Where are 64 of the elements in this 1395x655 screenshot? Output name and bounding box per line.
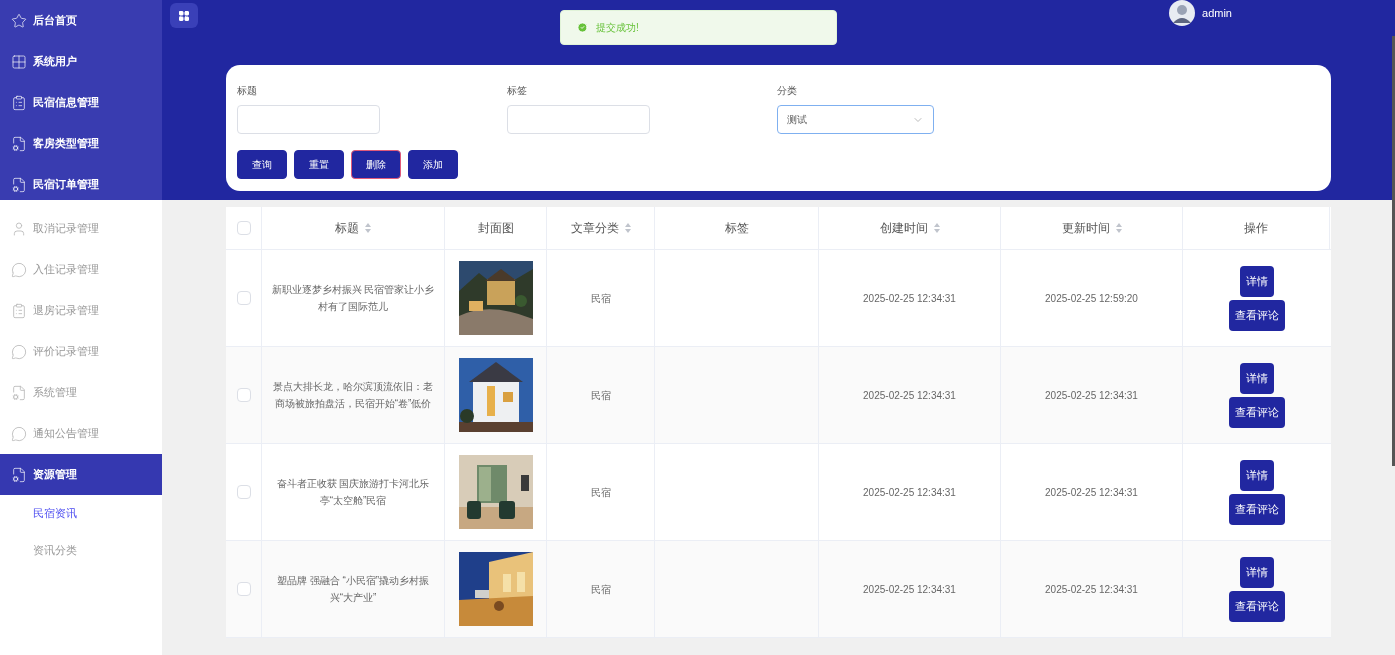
user-name: admin — [1202, 5, 1232, 21]
table-cell-text: 民宿 — [590, 485, 611, 500]
field-label: 分类 — [777, 84, 798, 98]
row-action-button[interactable]: 详情 — [1239, 556, 1274, 588]
row-action-button[interactable]: 查看评论 — [1228, 590, 1285, 622]
input-field[interactable] — [237, 105, 380, 134]
table-cell-text: 2025-02-25 12:59:20 — [1045, 291, 1138, 306]
row-action-button[interactable]: 详情 — [1239, 362, 1274, 394]
action-button[interactable]: 查询 — [237, 150, 287, 179]
sidebar-item[interactable]: 资源管理 — [0, 454, 162, 495]
action-button[interactable]: 删除 — [351, 150, 401, 179]
column-header: 封面图 — [477, 220, 514, 237]
table-cell-text: 2025-02-25 12:34:31 — [863, 291, 956, 306]
success-icon — [577, 22, 588, 33]
column-header: 操作 — [1244, 220, 1268, 237]
sort-icon[interactable] — [624, 223, 631, 233]
submenu-item[interactable]: 民宿资讯 — [0, 495, 162, 532]
table-cell-text: 奋斗者正收获 国庆旅游打卡河北乐亭“太空舱”民宿 — [275, 477, 431, 508]
column-header[interactable]: 文章分类 — [570, 219, 631, 237]
column-header[interactable]: 创建时间 — [879, 219, 940, 237]
column-header: 标签 — [724, 220, 749, 237]
sidebar-item[interactable]: 系统用户 — [0, 41, 162, 82]
table-cell-text: 景点大排长龙，哈尔滨顶流依旧：老商场被旅拍盘活，民宿开始“卷”低价 — [272, 380, 434, 411]
table-cell-text: 民宿 — [590, 291, 611, 306]
table-cell-text: 2025-02-25 12:34:31 — [863, 582, 956, 597]
table-cell-text: 民宿 — [590, 582, 611, 597]
sidebar-item[interactable]: 民宿信息管理 — [0, 82, 162, 123]
sort-icon[interactable] — [1115, 223, 1122, 233]
action-button[interactable]: 重置 — [294, 150, 344, 179]
sidebar-item[interactable]: 民宿订单管理 — [0, 164, 162, 205]
field-label: 标签 — [507, 84, 528, 98]
sort-icon[interactable] — [933, 223, 940, 233]
row-action-button[interactable]: 详情 — [1239, 265, 1274, 297]
checkbox[interactable] — [236, 221, 251, 235]
checkbox[interactable] — [236, 291, 251, 305]
table-cell-text: 2025-02-25 12:34:31 — [1045, 388, 1138, 403]
action-button[interactable]: 添加 — [408, 150, 458, 179]
scrollbar[interactable] — [1392, 36, 1395, 466]
row-action-button[interactable]: 详情 — [1239, 459, 1274, 491]
sidebar-item[interactable]: 客房类型管理 — [0, 123, 162, 164]
column-header[interactable]: 标题 — [335, 219, 371, 237]
column-header[interactable]: 更新时间 — [1061, 219, 1122, 237]
table-cell-text: 新职业逐梦乡村振兴 民宿管家让小乡村有了国际范儿 — [270, 283, 436, 314]
field-label: 标题 — [237, 84, 258, 98]
table-cell-text: 塑品牌 强融合 “小民宿”撬动乡村振兴“大产业” — [275, 574, 431, 605]
select-field[interactable]: 测试 — [777, 105, 934, 134]
table-cell-text: 2025-02-25 12:34:31 — [1045, 582, 1138, 597]
table-cell-text: 2025-02-25 12:34:31 — [863, 388, 956, 403]
checkbox[interactable] — [236, 582, 251, 596]
input-field[interactable] — [507, 105, 650, 134]
toast-message: 提交成功! — [560, 10, 837, 45]
sort-icon[interactable] — [365, 223, 371, 233]
row-action-button[interactable]: 查看评论 — [1228, 299, 1285, 331]
table-cell-text: 2025-02-25 12:34:31 — [1045, 485, 1138, 500]
menu-toggle-button[interactable] — [170, 3, 198, 28]
table-cell-text: 2025-02-25 12:34:31 — [863, 485, 956, 500]
row-action-button[interactable]: 查看评论 — [1228, 493, 1285, 525]
sidebar-item[interactable]: 后台首页 — [0, 0, 162, 41]
table-cell-text: 民宿 — [590, 388, 611, 403]
row-action-button[interactable]: 查看评论 — [1228, 396, 1285, 428]
avatar — [1169, 0, 1196, 26]
grid-icon — [178, 9, 190, 22]
checkbox[interactable] — [236, 388, 251, 402]
checkbox[interactable] — [236, 485, 251, 499]
